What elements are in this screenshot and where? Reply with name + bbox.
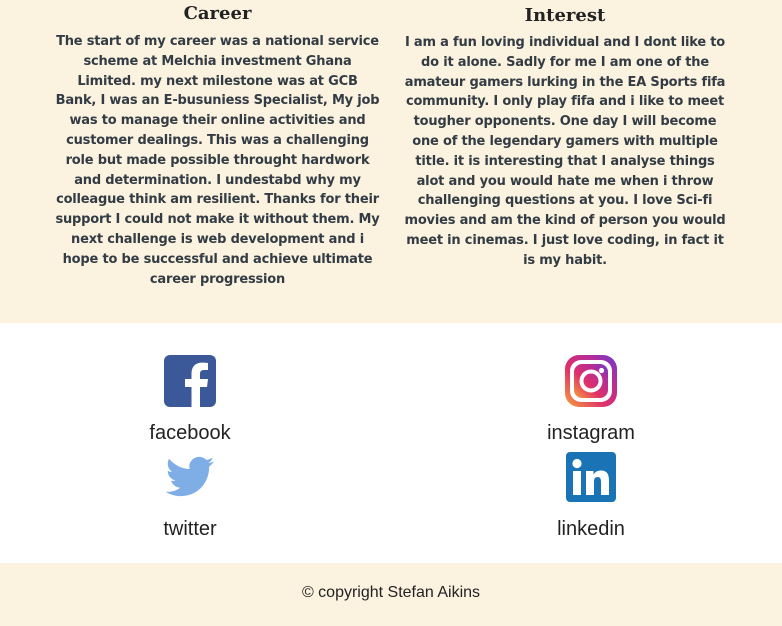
interest-text: I am a fun loving individual and I dont … bbox=[404, 35, 726, 268]
copyright-text: © copyright Stefan Aikins bbox=[301, 584, 481, 601]
footer: © copyright Stefan Aikins bbox=[0, 563, 782, 626]
career-heading: Career bbox=[183, 3, 252, 24]
about-section: Career The start of my career was a nati… bbox=[0, 0, 782, 323]
career-text: The start of my career was a national se… bbox=[55, 34, 380, 287]
instagram-link[interactable]: instagram bbox=[491, 355, 691, 445]
facebook-icon bbox=[164, 355, 216, 407]
social-links-section: facebook instagram twitter linkedin bbox=[0, 323, 782, 563]
interest-column: Interest I am a fun loving individual an… bbox=[403, 0, 727, 271]
linkedin-link[interactable]: linkedin bbox=[491, 451, 691, 541]
twitter-label: twitter bbox=[163, 518, 217, 540]
linkedin-icon bbox=[566, 452, 616, 502]
twitter-icon bbox=[165, 456, 214, 497]
interest-heading: Interest bbox=[524, 5, 606, 26]
instagram-icon bbox=[565, 355, 617, 407]
career-column: Career The start of my career was a nati… bbox=[55, 0, 380, 289]
linkedin-label: linkedin bbox=[557, 518, 625, 540]
twitter-link[interactable]: twitter bbox=[90, 451, 290, 541]
facebook-label: facebook bbox=[149, 422, 231, 444]
instagram-label: instagram bbox=[547, 422, 635, 444]
facebook-link[interactable]: facebook bbox=[90, 355, 290, 445]
